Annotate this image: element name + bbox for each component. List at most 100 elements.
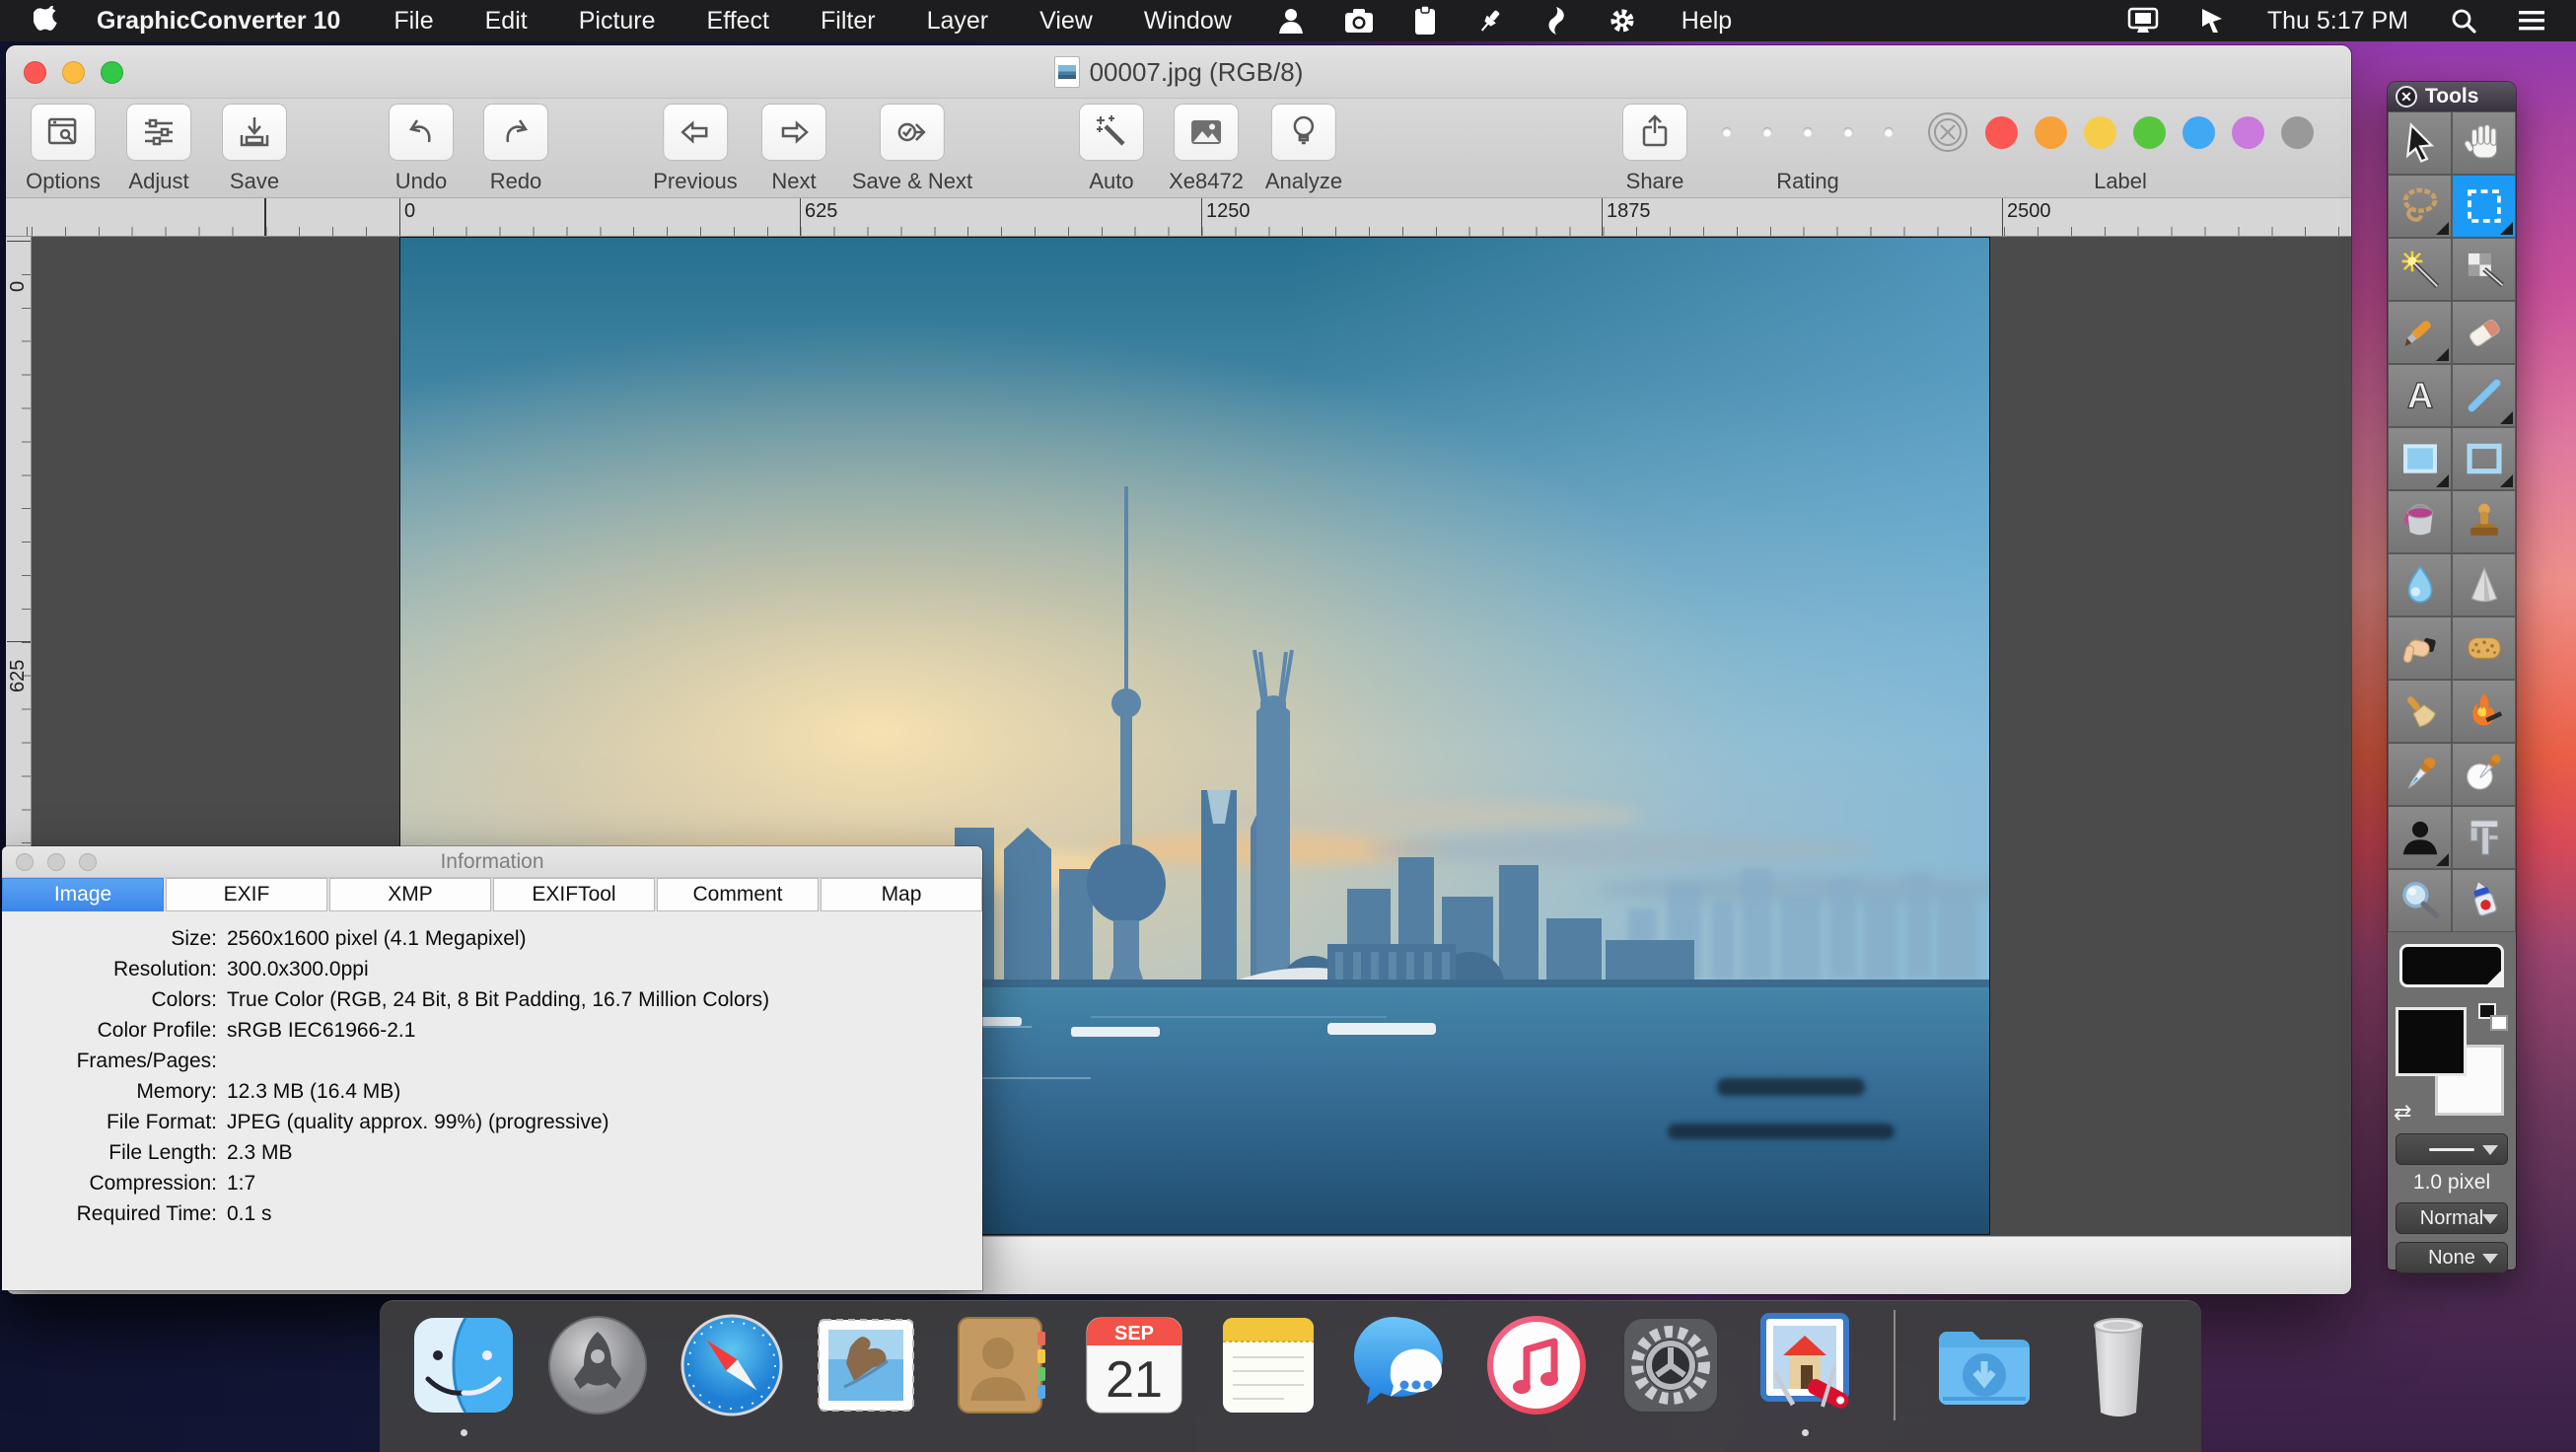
minimize-button[interactable] [47,853,65,871]
sharpen-cone-tool-icon[interactable] [2452,553,2516,617]
display-status-icon[interactable] [2108,7,2179,35]
default-colors-icon[interactable] [2478,1003,2508,1031]
tab-comment[interactable]: Comment [657,878,819,911]
tools-palette-header[interactable]: ✕ Tools [2388,82,2516,111]
dock-downloads-icon[interactable] [1929,1310,2039,1420]
menu-effect[interactable]: Effect [681,0,795,41]
label-color-dot[interactable] [2133,116,2166,149]
dock-graphicconverter-icon[interactable] [1750,1310,1860,1420]
menubar-clock[interactable]: Thu 5:17 PM [2246,7,2430,36]
options-button[interactable]: Options [26,104,101,194]
previous-button[interactable]: Previous [653,104,738,194]
label-color-dot[interactable] [2281,116,2314,149]
lasso-tool-icon[interactable] [2388,175,2452,238]
save-button[interactable]: Save [222,104,287,194]
color-applicator-tool-icon[interactable] [2452,743,2516,806]
rectangle-tool-icon[interactable] [2452,427,2516,490]
tab-exif[interactable]: EXIF [166,878,327,911]
transparency-wand-tool-icon[interactable] [2452,238,2516,301]
paint-bucket-tool-icon[interactable] [2388,490,2452,553]
dock-launchpad-icon[interactable] [542,1310,653,1420]
redo-button[interactable]: Redo [483,104,548,194]
dock-contacts-icon[interactable] [945,1310,1055,1420]
tools-palette[interactable]: ✕ Tools A ⇄ 1.0 pixel Normal None [2388,82,2516,1270]
menu-edit[interactable]: Edit [460,0,553,41]
apple-menu-icon[interactable] [0,6,69,36]
tab-xmp[interactable]: XMP [329,878,491,911]
tab-image[interactable]: Image [2,878,164,911]
eyedropper-tool-icon[interactable] [2388,743,2452,806]
water-drop-tool-icon[interactable] [2388,553,2452,617]
paintbrush-tool-icon[interactable] [2388,301,2452,364]
menu-app-name[interactable]: GraphicConverter 10 [69,0,368,41]
menu-view[interactable]: View [1014,0,1118,41]
menu-picture[interactable]: Picture [553,0,681,41]
marquee-tool-icon[interactable] [2452,175,2516,238]
save-next-button[interactable]: Save & Next [852,104,972,194]
dock-mail-icon[interactable] [811,1310,921,1420]
tag-menu-icon[interactable] [1524,6,1589,36]
menu-help[interactable]: Help [1656,0,1757,41]
swap-colors-icon[interactable]: ⇄ [2394,1100,2411,1125]
information-titlebar[interactable]: Information [2,846,982,878]
dock-messages-icon[interactable] [1347,1310,1458,1420]
tab-map[interactable]: Map [821,878,982,911]
dock-trash-icon[interactable] [2063,1310,2174,1420]
label-control[interactable]: Label [1927,104,2314,194]
menu-filter[interactable]: Filter [795,0,901,41]
close-icon[interactable]: ✕ [2396,86,2417,108]
information-window[interactable]: Information ImageEXIFXMPEXIFToolCommentM… [2,846,982,1290]
stroke-preview-swatch[interactable] [2399,944,2504,987]
tab-exiftool[interactable]: EXIFTool [493,878,655,911]
label-color-dot[interactable] [1985,116,2018,149]
filled-rectangle-tool-icon[interactable] [2388,427,2452,490]
auto-button[interactable]: Auto [1079,104,1144,194]
label-color-dot[interactable] [2232,116,2264,149]
eraser-tool-icon[interactable] [2452,301,2516,364]
spotlight-icon[interactable] [2430,7,2497,35]
foreground-color-swatch[interactable] [2396,1007,2467,1076]
pointer-status-icon[interactable] [2179,7,2246,35]
smudge-finger-tool-icon[interactable] [2388,617,2452,680]
hand-tool-icon[interactable] [2452,111,2516,175]
dock-safari-icon[interactable] [677,1310,787,1420]
analyze-button[interactable]: Analyze [1265,104,1342,194]
move-tool-icon[interactable] [2388,111,2452,175]
rating-dots[interactable] [1722,104,1894,161]
user-menu-icon[interactable] [1257,7,1324,35]
camera-menu-icon[interactable] [1324,8,1394,34]
adjust-button[interactable]: Adjust [126,104,191,194]
magic-wand-tool-icon[interactable] [2388,238,2452,301]
text-tool-icon[interactable]: A [2388,364,2452,427]
menu-window[interactable]: Window [1118,0,1257,41]
rating-control[interactable]: Rating [1722,104,1894,194]
menu-file[interactable]: File [368,0,459,41]
magnifier-tool-icon[interactable] [2388,869,2452,932]
blend-mode-dropdown[interactable]: Normal [2396,1202,2508,1234]
clipboard-menu-icon[interactable] [1394,6,1457,36]
notification-center-icon[interactable] [2497,8,2576,34]
share-button[interactable]: Share [1622,104,1687,194]
gear-menu-icon[interactable] [1589,7,1656,35]
pattern-dropdown[interactable]: None [2396,1242,2508,1273]
label-color-dot[interactable] [2084,116,2116,149]
caliper-tool-icon[interactable] [2452,806,2516,869]
clear-label-icon[interactable] [1927,111,1968,153]
dock-calendar-icon[interactable]: SEP21 [1079,1310,1189,1420]
next-button[interactable]: Next [761,104,826,194]
dock-notes-icon[interactable] [1213,1310,1324,1420]
line-tool-icon[interactable] [2452,364,2516,427]
undo-button[interactable]: Undo [389,104,454,194]
close-button[interactable] [16,853,34,871]
menu-layer[interactable]: Layer [901,0,1015,41]
dock-itunes-icon[interactable] [1481,1310,1592,1420]
dock-finder-icon[interactable] [408,1310,519,1420]
line-width-dropdown[interactable] [2396,1133,2508,1165]
dock-system-preferences-icon[interactable] [1615,1310,1726,1420]
glue-tool-icon[interactable] [2452,869,2516,932]
zoom-button[interactable] [79,853,97,871]
burn-tool-icon[interactable] [2452,680,2516,743]
pin-menu-icon[interactable] [1457,7,1524,35]
chalk-brush-tool-icon[interactable] [2388,680,2452,743]
xe8472-button[interactable]: Xe8472 [1169,104,1244,194]
